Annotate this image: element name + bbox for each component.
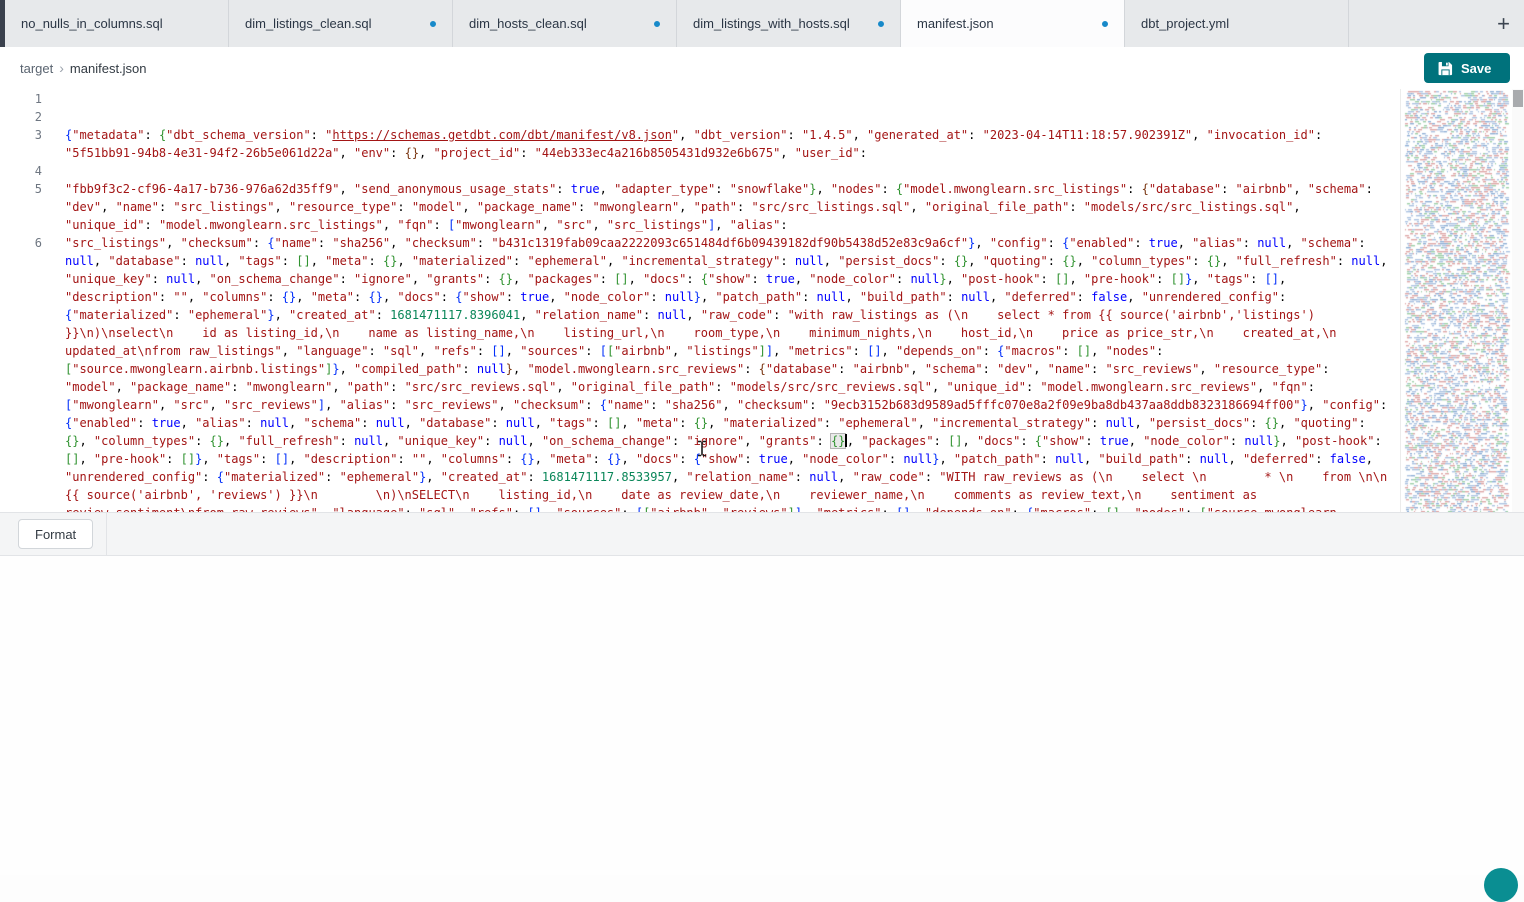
breadcrumb-file: manifest.json [70, 61, 147, 76]
breadcrumb-folder: target [20, 61, 53, 76]
tab-dim_listings_with_hosts.sql[interactable]: dim_listings_with_hosts.sql [677, 0, 901, 47]
tab-label: dim_listings_with_hosts.sql [693, 16, 850, 31]
help-chat-button[interactable] [1484, 868, 1518, 902]
save-button-label: Save [1461, 61, 1491, 76]
code-text: "fbb9f3c2-cf96-4a17-b736-976a62d35ff9", … [42, 180, 1400, 234]
code-text [42, 162, 1400, 180]
code-line[interactable]: 6"src_listings", "checksum": {"name": "s… [0, 234, 1400, 512]
breadcrumb: target › manifest.json [20, 60, 147, 76]
code-line[interactable]: 4 [0, 162, 1400, 180]
tab-strip: no_nulls_in_columns.sql dim_listings_clea… [5, 0, 1349, 47]
tab-label: dim_listings_clean.sql [245, 16, 371, 31]
minimap[interactable] [1400, 89, 1512, 512]
bottom-toolbar: Format [0, 512, 1524, 556]
line-number: 5 [0, 180, 42, 234]
code-editor: 123{"metadata": {"dbt_schema_version": "… [0, 89, 1524, 512]
tab-manifest.json[interactable]: manifest.json [901, 0, 1125, 47]
code-text [42, 90, 1400, 108]
code-text [42, 108, 1400, 126]
code-line[interactable]: 1 [0, 90, 1400, 108]
tab-dim_listings_clean.sql[interactable]: dim_listings_clean.sql [229, 0, 453, 47]
line-number: 2 [0, 108, 42, 126]
save-button[interactable]: Save [1424, 53, 1510, 83]
tab-label: manifest.json [917, 16, 994, 31]
scrollbar-thumb[interactable] [1513, 90, 1523, 107]
code-line[interactable]: 3{"metadata": {"dbt_schema_version": "ht… [0, 126, 1400, 162]
code-text: "src_listings", "checksum": {"name": "sh… [42, 234, 1400, 512]
code-line[interactable]: 5"fbb9f3c2-cf96-4a17-b736-976a62d35ff9",… [0, 180, 1400, 234]
tab-filler: + [1349, 0, 1524, 47]
tab-bar: no_nulls_in_columns.sql dim_listings_clea… [0, 0, 1524, 47]
results-panel [0, 556, 1524, 875]
line-number: 4 [0, 162, 42, 180]
unsaved-changes-icon [430, 21, 436, 27]
tab-no_nulls_in_columns.sql[interactable]: no_nulls_in_columns.sql [5, 0, 229, 47]
line-number: 1 [0, 90, 42, 108]
format-button[interactable]: Format [18, 519, 93, 549]
unsaved-changes-icon [878, 21, 884, 27]
line-number: 3 [0, 126, 42, 162]
save-icon [1438, 61, 1453, 76]
file-toolbar: target › manifest.json Save [0, 47, 1524, 89]
line-number: 6 [0, 234, 42, 512]
tab-label: no_nulls_in_columns.sql [21, 16, 163, 31]
tab-dim_hosts_clean.sql[interactable]: dim_hosts_clean.sql [453, 0, 677, 47]
unsaved-changes-icon [1102, 21, 1108, 27]
tab-label: dim_hosts_clean.sql [469, 16, 587, 31]
editor-scrollbar[interactable] [1512, 89, 1524, 512]
code-lines[interactable]: 123{"metadata": {"dbt_schema_version": "… [0, 89, 1400, 512]
new-tab-button[interactable]: + [1497, 13, 1510, 35]
code-text: {"metadata": {"dbt_schema_version": "htt… [42, 126, 1400, 162]
code-line[interactable]: 2 [0, 108, 1400, 126]
tab-dbt_project.yml[interactable]: dbt_project.yml [1125, 0, 1349, 47]
unsaved-changes-icon [654, 21, 660, 27]
breadcrumb-chevron-icon: › [59, 60, 64, 76]
panel-divider [106, 513, 107, 555]
tab-label: dbt_project.yml [1141, 16, 1229, 31]
